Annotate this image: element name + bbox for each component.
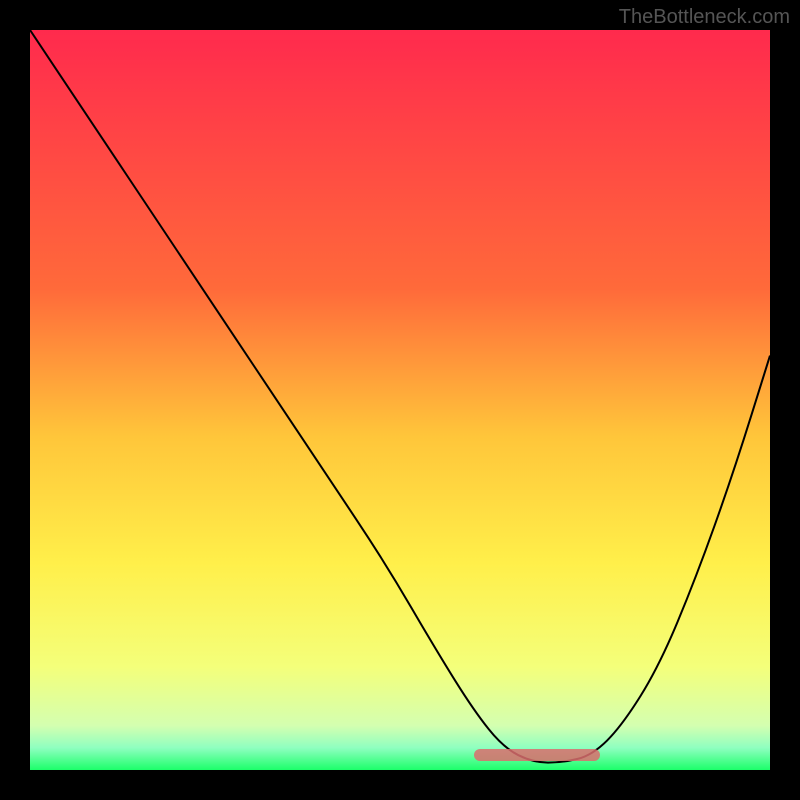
watermark-text: TheBottleneck.com (619, 6, 790, 29)
optimal-range-highlight (474, 749, 600, 761)
curve-svg (30, 30, 770, 770)
chart-container: TheBottleneck.com (0, 0, 800, 800)
bottleneck-curve (30, 30, 770, 763)
plot-area (30, 30, 770, 770)
